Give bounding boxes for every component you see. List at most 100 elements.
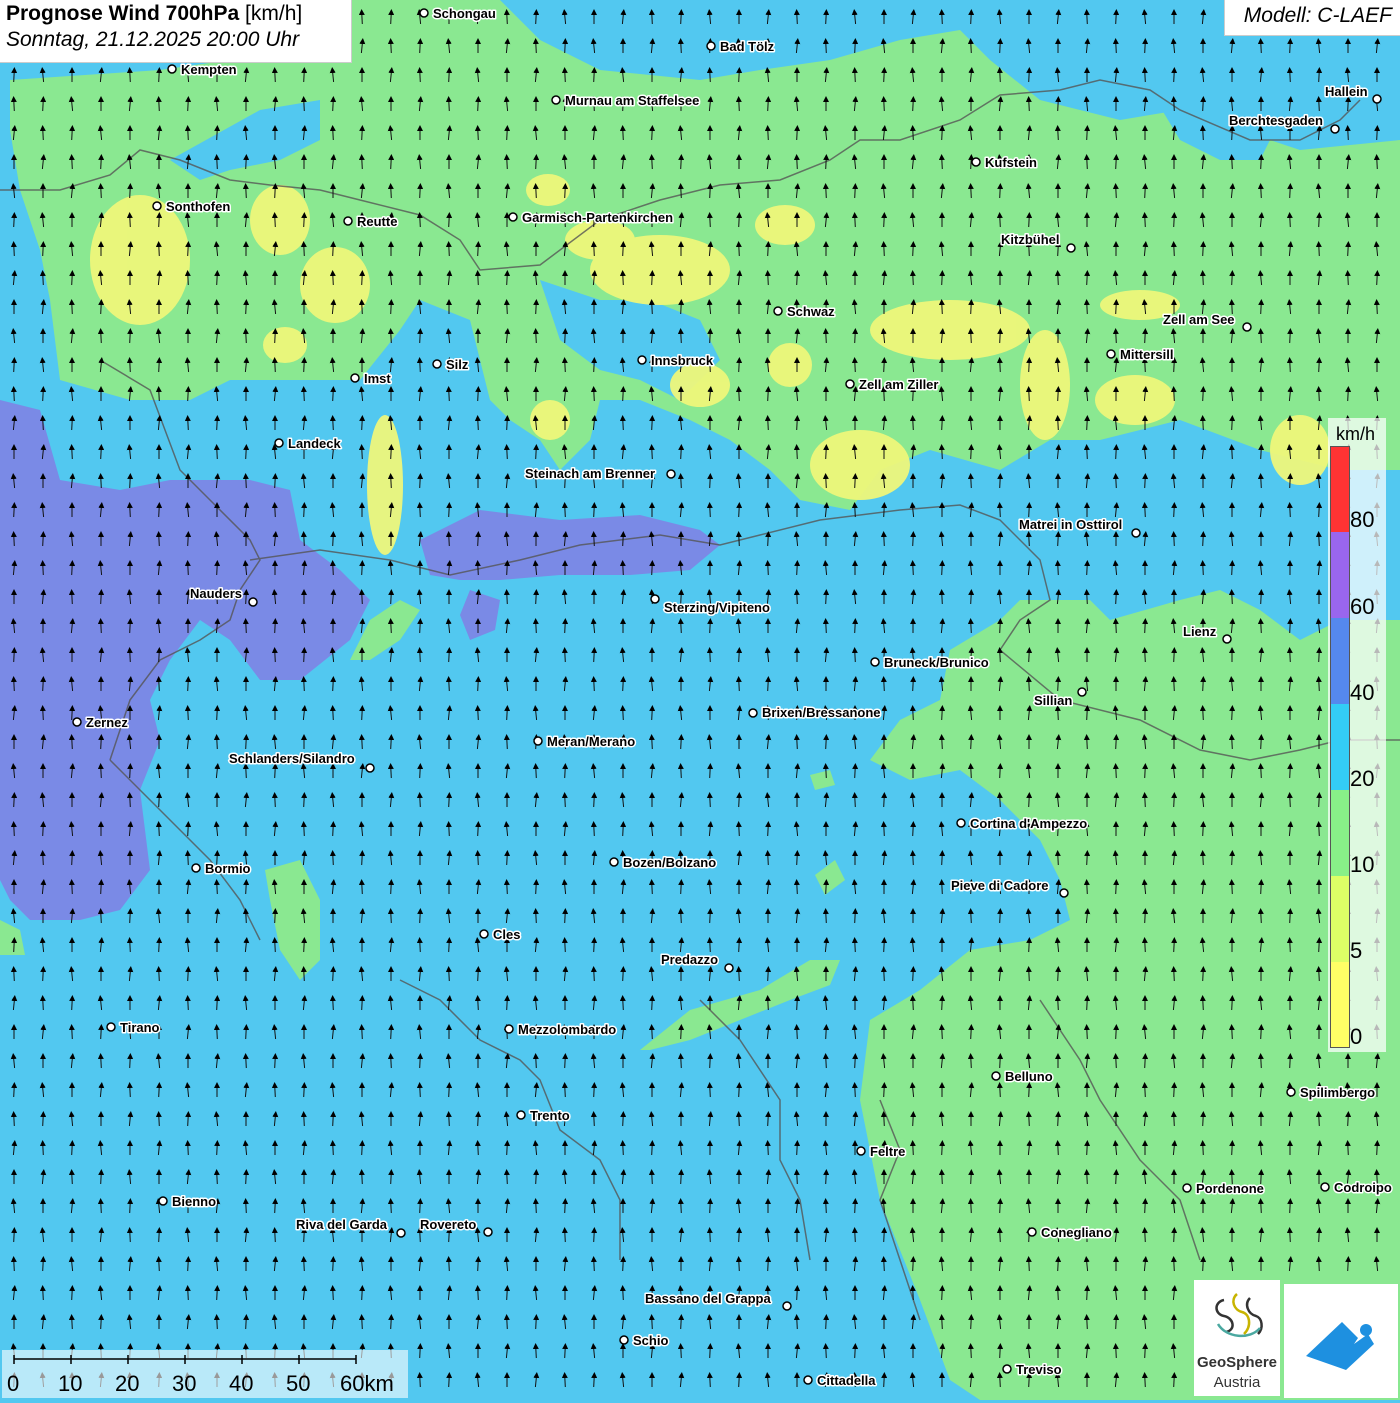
wind-arrow [968,444,975,460]
geosphere-swirl-icon [1215,1293,1263,1337]
wind-arrow [126,502,133,518]
wind-arrow [359,415,366,431]
wind-arrow [1084,560,1091,576]
wind-arrow [736,1082,743,1098]
wind-arrow [1287,618,1294,634]
wind-arrow [532,328,539,344]
svg-text:Imst: Imst [364,371,391,386]
wind-arrow [735,241,742,257]
wind-arrow [765,821,772,837]
wind-arrow [1025,676,1032,692]
wind-arrow [1257,1053,1264,1069]
legend-tick-0: 0 [1350,1024,1363,1049]
wind-arrow [649,560,656,576]
wind-arrow [388,1314,395,1330]
wind-arrow [1055,1256,1062,1272]
wind-arrow [1228,879,1235,895]
wind-arrow [503,1314,510,1330]
wind-arrow [1374,270,1381,286]
wind-arrow [707,763,714,779]
wind-arrow [69,995,76,1011]
wind-arrow [156,357,163,373]
geosphere-logo[interactable]: GeoSphere Austria [1194,1280,1280,1396]
wind-arrow [1026,212,1033,228]
wind-arrow [272,328,279,344]
wind-arrow [185,966,192,982]
wind-arrow [40,386,47,402]
wind-arrow [155,531,162,547]
wind-arrow [1170,96,1177,112]
wind-arrow [475,821,482,837]
wind-arrow [765,531,772,547]
wind-arrow [127,908,134,924]
wind-arrow [997,908,1004,924]
wind-arrow [619,995,626,1011]
wind-arrow [1055,1111,1062,1127]
wind-arrow [823,1169,830,1185]
wind-arrow [126,792,133,808]
wind-arrow [300,96,307,112]
wind-arrow [272,1198,279,1214]
wind-arrow [939,1140,946,1156]
wind-arrow [503,879,510,895]
wind-arrow [648,9,655,25]
svg-text:Conegliano: Conegliano [1041,1225,1112,1240]
svg-text:Trento: Trento [530,1108,570,1123]
wind-arrow [10,966,17,982]
wind-arrow [1229,850,1236,866]
wind-arrow [1257,1198,1264,1214]
wind-arrow [823,1024,830,1040]
wind-arrow [823,444,830,460]
wind-arrow [967,908,974,924]
wind-arrow [272,618,279,634]
wind-arrow [156,647,163,663]
wind-arrow [1257,183,1264,199]
wind-arrow [793,9,800,25]
wind-arrow [1055,966,1062,982]
wind-arrow [387,38,394,54]
wind-arrow [649,705,656,721]
wind-arrow [1374,125,1381,141]
wind-arrow [243,1314,250,1330]
wind-arrow [939,1285,946,1301]
wind-arrow [1315,386,1322,402]
wind-arrow [185,96,192,112]
wind-arrow [358,154,365,170]
wind-arrow [359,850,366,866]
wind-arrow [880,531,887,547]
wind-arrow [1170,531,1177,547]
wind-arrow [706,937,713,953]
wind-arrow [1200,1111,1207,1127]
wind-arrow [1142,38,1149,54]
wind-arrow [620,676,627,692]
wind-arrow [880,96,887,112]
wind-arrow [822,1198,829,1214]
city-marker: Garmisch-Partenkirchen [508,209,675,227]
legend-tick-80: 80 [1350,507,1375,532]
wind-arrow [185,1111,192,1127]
wind-arrow [996,1082,1003,1098]
wind-arrow [997,473,1004,489]
wind-arrow [97,183,104,199]
city-marker: Zell am Ziller [845,376,940,394]
scale-label: 40 [229,1371,254,1396]
wind-arrow [765,966,772,982]
wind-arrow [678,734,685,750]
wind-arrow [272,1053,279,1069]
wind-arrow [764,560,771,576]
wind-arrow [416,792,423,808]
wind-arrow [387,328,394,344]
legend-segment-0 [1330,962,1350,1048]
wind-arrow [504,850,511,866]
wind-arrow [504,1140,511,1156]
wind-arrow [301,67,308,83]
wind-arrow [242,1198,249,1214]
wind-arrow [793,154,800,170]
app-logo[interactable] [1284,1284,1398,1398]
wind-arrow [388,299,395,315]
wind-arrow [590,966,597,982]
wind-arrow [39,1140,46,1156]
wind-arrow [1171,647,1178,663]
wind-arrow [938,1024,945,1040]
wind-arrow [214,560,221,576]
